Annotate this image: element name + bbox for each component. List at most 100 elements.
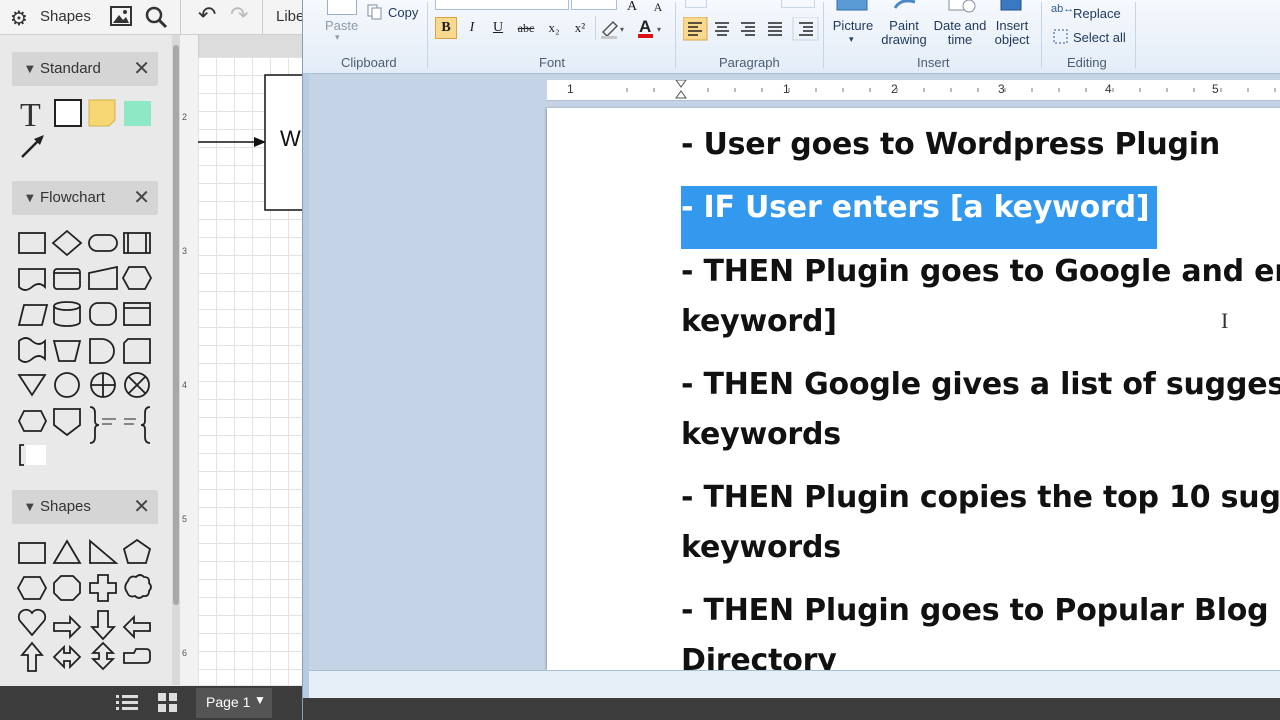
text-cursor-icon: I: [1221, 308, 1229, 333]
insert-object-icon[interactable]: [999, 0, 1025, 14]
scrollbar-thumb[interactable]: [173, 45, 179, 605]
search-icon[interactable]: [144, 5, 168, 29]
replace-icon[interactable]: ab↔: [1051, 3, 1074, 15]
group-label-font: Font: [539, 55, 566, 70]
italic-button[interactable]: I: [461, 17, 483, 39]
document-line[interactable]: Directory: [681, 636, 837, 670]
picture-button[interactable]: Picture: [831, 19, 875, 33]
ruler-number: 1: [783, 82, 790, 96]
word-status-bar: [309, 670, 1280, 699]
paint-drawing-button[interactable]: Paint drawing: [877, 19, 931, 47]
group-separator: [675, 2, 676, 68]
toolbar-divider: [180, 0, 181, 34]
svg-text:▾: ▾: [620, 25, 624, 34]
panel-header-shapes[interactable]: ▼ Shapes ✕: [12, 490, 158, 524]
font-name-select[interactable]: Libe: [276, 8, 304, 25]
svg-text:▾: ▾: [657, 25, 661, 34]
replace-button[interactable]: Replace: [1073, 6, 1121, 21]
group-separator: [823, 2, 824, 68]
date-label: Date and: [933, 18, 987, 33]
picture-icon[interactable]: [835, 0, 871, 14]
date-time-icon[interactable]: [947, 0, 977, 14]
colored-block-icon: [124, 101, 151, 126]
paste-button[interactable]: Paste: [325, 18, 358, 33]
highlight-icon[interactable]: ▾: [599, 18, 627, 40]
drawing-label: drawing: [881, 32, 927, 47]
gear-icon[interactable]: ⚙: [10, 6, 28, 30]
paste-icon[interactable]: [327, 0, 357, 15]
date-time-button[interactable]: Date and time: [931, 19, 989, 47]
document-line[interactable]: keywords: [681, 523, 841, 573]
selected-text[interactable]: - IF User enters [a keyword]: [681, 186, 1158, 249]
text-shape-icon: T: [20, 97, 41, 134]
collapse-icon: ▼: [26, 502, 34, 513]
document-line[interactable]: - THEN Google gives a list of suggested: [681, 360, 1280, 410]
underline-button[interactable]: U: [487, 17, 509, 39]
ruler-number: 2: [891, 82, 898, 96]
redo-icon[interactable]: ↷: [230, 3, 248, 28]
insert-object-button[interactable]: Insert object: [989, 19, 1035, 47]
paint-label: Paint: [889, 18, 919, 33]
first-line-indent-marker: [675, 80, 687, 88]
toolbar-divider: [262, 0, 263, 34]
image-icon[interactable]: [110, 6, 132, 26]
group-separator: [1135, 2, 1136, 68]
close-icon[interactable]: ✕: [133, 494, 150, 518]
spacing-button[interactable]: [781, 0, 815, 8]
collapse-icon: ▼: [26, 64, 34, 75]
list-button[interactable]: [685, 0, 707, 8]
panel-header-flowchart[interactable]: ▼ Flowchart ✕: [12, 181, 158, 215]
svg-text:A: A: [639, 17, 651, 36]
ruler-number: 6: [182, 648, 188, 658]
font-color-icon[interactable]: A ▾: [635, 16, 665, 40]
list-view-icon[interactable]: [116, 694, 138, 712]
document-page[interactable]: - User goes to Wordpress Plugin - IF Use…: [547, 108, 1280, 670]
group-label-clipboard: Clipboard: [341, 55, 397, 70]
copy-icon[interactable]: [367, 4, 383, 20]
word-window: Paste ▾ Copy Clipboard A A B I U abc x₂ …: [302, 0, 1280, 720]
rectangle-shape-icon: [54, 99, 82, 127]
flowchart-shapes[interactable]: [16, 227, 156, 473]
chevron-down-icon[interactable]: ▾: [335, 32, 340, 43]
page-tab[interactable]: Page 1 ▼: [196, 688, 272, 718]
copy-button[interactable]: Copy: [388, 5, 418, 20]
subscript-button[interactable]: x₂: [543, 17, 565, 39]
vertical-ruler: 2 3 4 5 6: [180, 35, 199, 685]
document-line[interactable]: - THEN Plugin goes to Google and enters: [681, 247, 1280, 297]
bold-button[interactable]: B: [435, 17, 457, 39]
document-area: 1 1 2 3 4 5 - User goes to Wordpress Plu…: [309, 74, 1280, 670]
ruler-number: 4: [182, 380, 188, 390]
document-line[interactable]: - THEN Plugin copies the top 10 suggeste…: [681, 473, 1280, 523]
close-icon[interactable]: ✕: [133, 185, 150, 209]
panel-title-standard: Standard: [40, 60, 101, 77]
strikethrough-button[interactable]: abc: [513, 17, 539, 39]
alignment-buttons[interactable]: [683, 17, 823, 41]
diagram-app: ⚙ Shapes ↶ ↷ Libe ▼ Standard ✕ T ▼ Flowc…: [0, 0, 310, 720]
font-name-box[interactable]: [435, 0, 569, 10]
shapes-menu-label[interactable]: Shapes: [40, 8, 91, 25]
font-size-box[interactable]: [571, 0, 617, 10]
grid-view-icon[interactable]: [158, 693, 178, 713]
paint-drawing-icon[interactable]: [891, 0, 919, 14]
panel-header-standard[interactable]: ▼ Standard ✕: [12, 52, 158, 86]
ruler-number: 2: [182, 112, 188, 122]
select-all-button[interactable]: Select all: [1073, 30, 1126, 45]
document-line[interactable]: - User goes to Wordpress Plugin: [681, 120, 1220, 170]
basic-shapes[interactable]: [16, 537, 156, 685]
close-icon[interactable]: ✕: [133, 56, 150, 80]
panel-scrollbar[interactable]: [172, 35, 180, 685]
horizontal-ruler: 1 1 2 3 4 5: [547, 80, 1280, 101]
ruler-number: 4: [1105, 82, 1112, 96]
ribbon: Paste ▾ Copy Clipboard A A B I U abc x₂ …: [303, 0, 1280, 74]
chevron-down-icon[interactable]: ▾: [849, 34, 854, 45]
insert-label: Insert: [995, 18, 1029, 33]
document-line[interactable]: keywords: [681, 410, 841, 460]
standard-shapes[interactable]: T: [16, 95, 156, 165]
document-line[interactable]: keyword]: [681, 297, 837, 347]
ruler-number: 5: [182, 514, 188, 524]
shapes-panel: ▼ Standard ✕ T ▼ Flowchart ✕ ▼ Shapes ✕: [0, 35, 172, 685]
superscript-button[interactable]: x²: [569, 17, 591, 39]
undo-icon[interactable]: ↶: [198, 3, 216, 28]
document-line[interactable]: - THEN Plugin goes to Popular Blog: [681, 586, 1269, 636]
select-all-icon[interactable]: [1053, 29, 1069, 45]
